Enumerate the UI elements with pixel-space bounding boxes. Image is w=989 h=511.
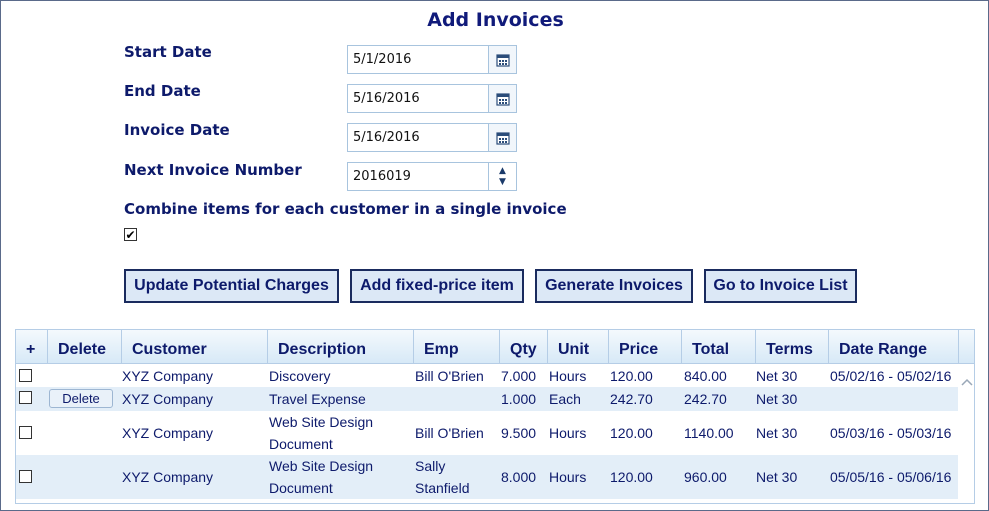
cell-qty: 9.500 — [501, 425, 537, 441]
start-date-label: Start Date — [124, 43, 212, 61]
header-add[interactable]: + — [16, 330, 48, 364]
header-delete[interactable]: Delete — [48, 330, 122, 364]
grid-header: + Delete Customer Description Emp Qty Un… — [16, 330, 974, 364]
cell-unit: Hours — [549, 469, 587, 485]
end-date-value[interactable]: 5/16/2016 — [348, 91, 488, 106]
invoice-items-grid: + Delete Customer Description Emp Qty Un… — [15, 329, 975, 504]
next-invoice-number-value[interactable]: 2016019 — [348, 169, 488, 184]
cell-total: 242.70 — [684, 391, 727, 407]
cell-terms: Net 30 — [756, 425, 798, 441]
cell-description-line2: Document — [269, 480, 333, 496]
header-total[interactable]: Total — [682, 330, 756, 364]
spin-up-icon[interactable]: ▲ — [499, 166, 506, 177]
page-title: Add Invoices — [427, 9, 564, 31]
start-date-value[interactable]: 5/1/2016 — [348, 52, 488, 67]
add-fixed-price-item-button[interactable]: Add fixed-price item — [350, 269, 524, 303]
cell-date-range: 05/02/16 - 05/02/16 — [830, 368, 952, 384]
cell-description: Travel Expense — [269, 391, 366, 407]
cell-emp-line2: Stanfield — [415, 480, 470, 496]
window-frame: Add Invoices Start Date 5/1/2016 End Dat… — [0, 0, 989, 511]
row-select-checkbox[interactable] — [19, 369, 32, 382]
cell-total: 960.00 — [684, 469, 727, 485]
header-unit[interactable]: Unit — [548, 330, 609, 364]
row-delete-button[interactable]: Delete — [49, 389, 113, 408]
invoice-date-label: Invoice Date — [124, 121, 230, 139]
next-invoice-number-field[interactable]: 2016019 ▲ ▼ — [347, 162, 517, 191]
header-price[interactable]: Price — [609, 330, 682, 364]
cell-date-range: 05/03/16 - 05/03/16 — [830, 425, 952, 441]
table-row[interactable]: Delete XYZ Company Travel Expense 1.000 … — [16, 387, 958, 411]
calendar-icon[interactable] — [488, 85, 516, 112]
vertical-scrollbar[interactable] — [958, 365, 974, 503]
cell-terms: Net 30 — [756, 391, 798, 407]
cell-price: 120.00 — [610, 469, 653, 485]
calendar-icon[interactable] — [488, 46, 516, 73]
end-date-field[interactable]: 5/16/2016 — [347, 84, 517, 113]
cell-unit: Each — [549, 391, 581, 407]
cell-emp: Sally — [415, 458, 446, 474]
header-terms[interactable]: Terms — [756, 330, 829, 364]
cell-customer: XYZ Company — [122, 425, 214, 441]
cell-description: Web Site Design — [269, 414, 374, 430]
cell-customer: XYZ Company — [122, 368, 214, 384]
cell-qty: 1.000 — [501, 391, 537, 407]
cell-terms: Net 30 — [756, 469, 798, 485]
generate-invoices-button[interactable]: Generate Invoices — [535, 269, 693, 303]
cell-terms: Net 30 — [756, 368, 798, 384]
cell-unit: Hours — [549, 425, 587, 441]
cell-unit: Hours — [549, 368, 587, 384]
cell-qty: 8.000 — [501, 469, 537, 485]
cell-description-line2: Document — [269, 436, 333, 452]
table-row[interactable]: XYZ Company Discovery Bill O'Brien 7.000… — [16, 365, 958, 387]
cell-price: 242.70 — [610, 391, 653, 407]
cell-total: 840.00 — [684, 368, 727, 384]
cell-total: 1140.00 — [684, 425, 734, 441]
invoice-date-field[interactable]: 5/16/2016 — [347, 123, 517, 152]
cell-description: Web Site Design — [269, 458, 374, 474]
cell-date-range: 05/05/16 - 05/06/16 — [830, 469, 952, 485]
cell-description: Discovery — [269, 368, 331, 384]
cell-qty: 7.000 — [501, 368, 537, 384]
row-select-checkbox[interactable] — [19, 391, 32, 404]
cell-customer: XYZ Company — [122, 391, 214, 407]
cell-customer: XYZ Company — [122, 469, 214, 485]
table-row[interactable]: XYZ Company Web Site Design Document Bil… — [16, 411, 958, 455]
cell-emp: Bill O'Brien — [415, 368, 484, 384]
cell-emp: Bill O'Brien — [415, 425, 484, 441]
row-select-checkbox[interactable] — [19, 426, 32, 439]
header-description[interactable]: Description — [268, 330, 414, 364]
scroll-up-icon[interactable] — [961, 378, 973, 386]
next-invoice-number-label: Next Invoice Number — [124, 161, 302, 179]
spin-down-icon[interactable]: ▼ — [499, 177, 506, 188]
end-date-label: End Date — [124, 82, 201, 100]
update-potential-charges-button[interactable]: Update Potential Charges — [124, 269, 339, 303]
header-emp[interactable]: Emp — [414, 330, 500, 364]
header-customer[interactable]: Customer — [122, 330, 268, 364]
header-qty[interactable]: Qty — [500, 330, 548, 364]
combine-label: Combine items for each customer in a sin… — [124, 200, 567, 218]
row-select-checkbox[interactable] — [19, 470, 32, 483]
start-date-field[interactable]: 5/1/2016 — [347, 45, 517, 74]
combine-checkbox[interactable]: ✔ — [124, 228, 137, 241]
table-row[interactable]: XYZ Company Web Site Design Document Sal… — [16, 455, 958, 499]
calendar-icon[interactable] — [488, 124, 516, 151]
number-stepper[interactable]: ▲ ▼ — [488, 163, 516, 190]
check-icon: ✔ — [125, 227, 136, 242]
cell-price: 120.00 — [610, 425, 653, 441]
invoice-date-value[interactable]: 5/16/2016 — [348, 130, 488, 145]
cell-price: 120.00 — [610, 368, 653, 384]
header-date-range[interactable]: Date Range — [829, 330, 959, 364]
go-to-invoice-list-button[interactable]: Go to Invoice List — [704, 269, 857, 303]
